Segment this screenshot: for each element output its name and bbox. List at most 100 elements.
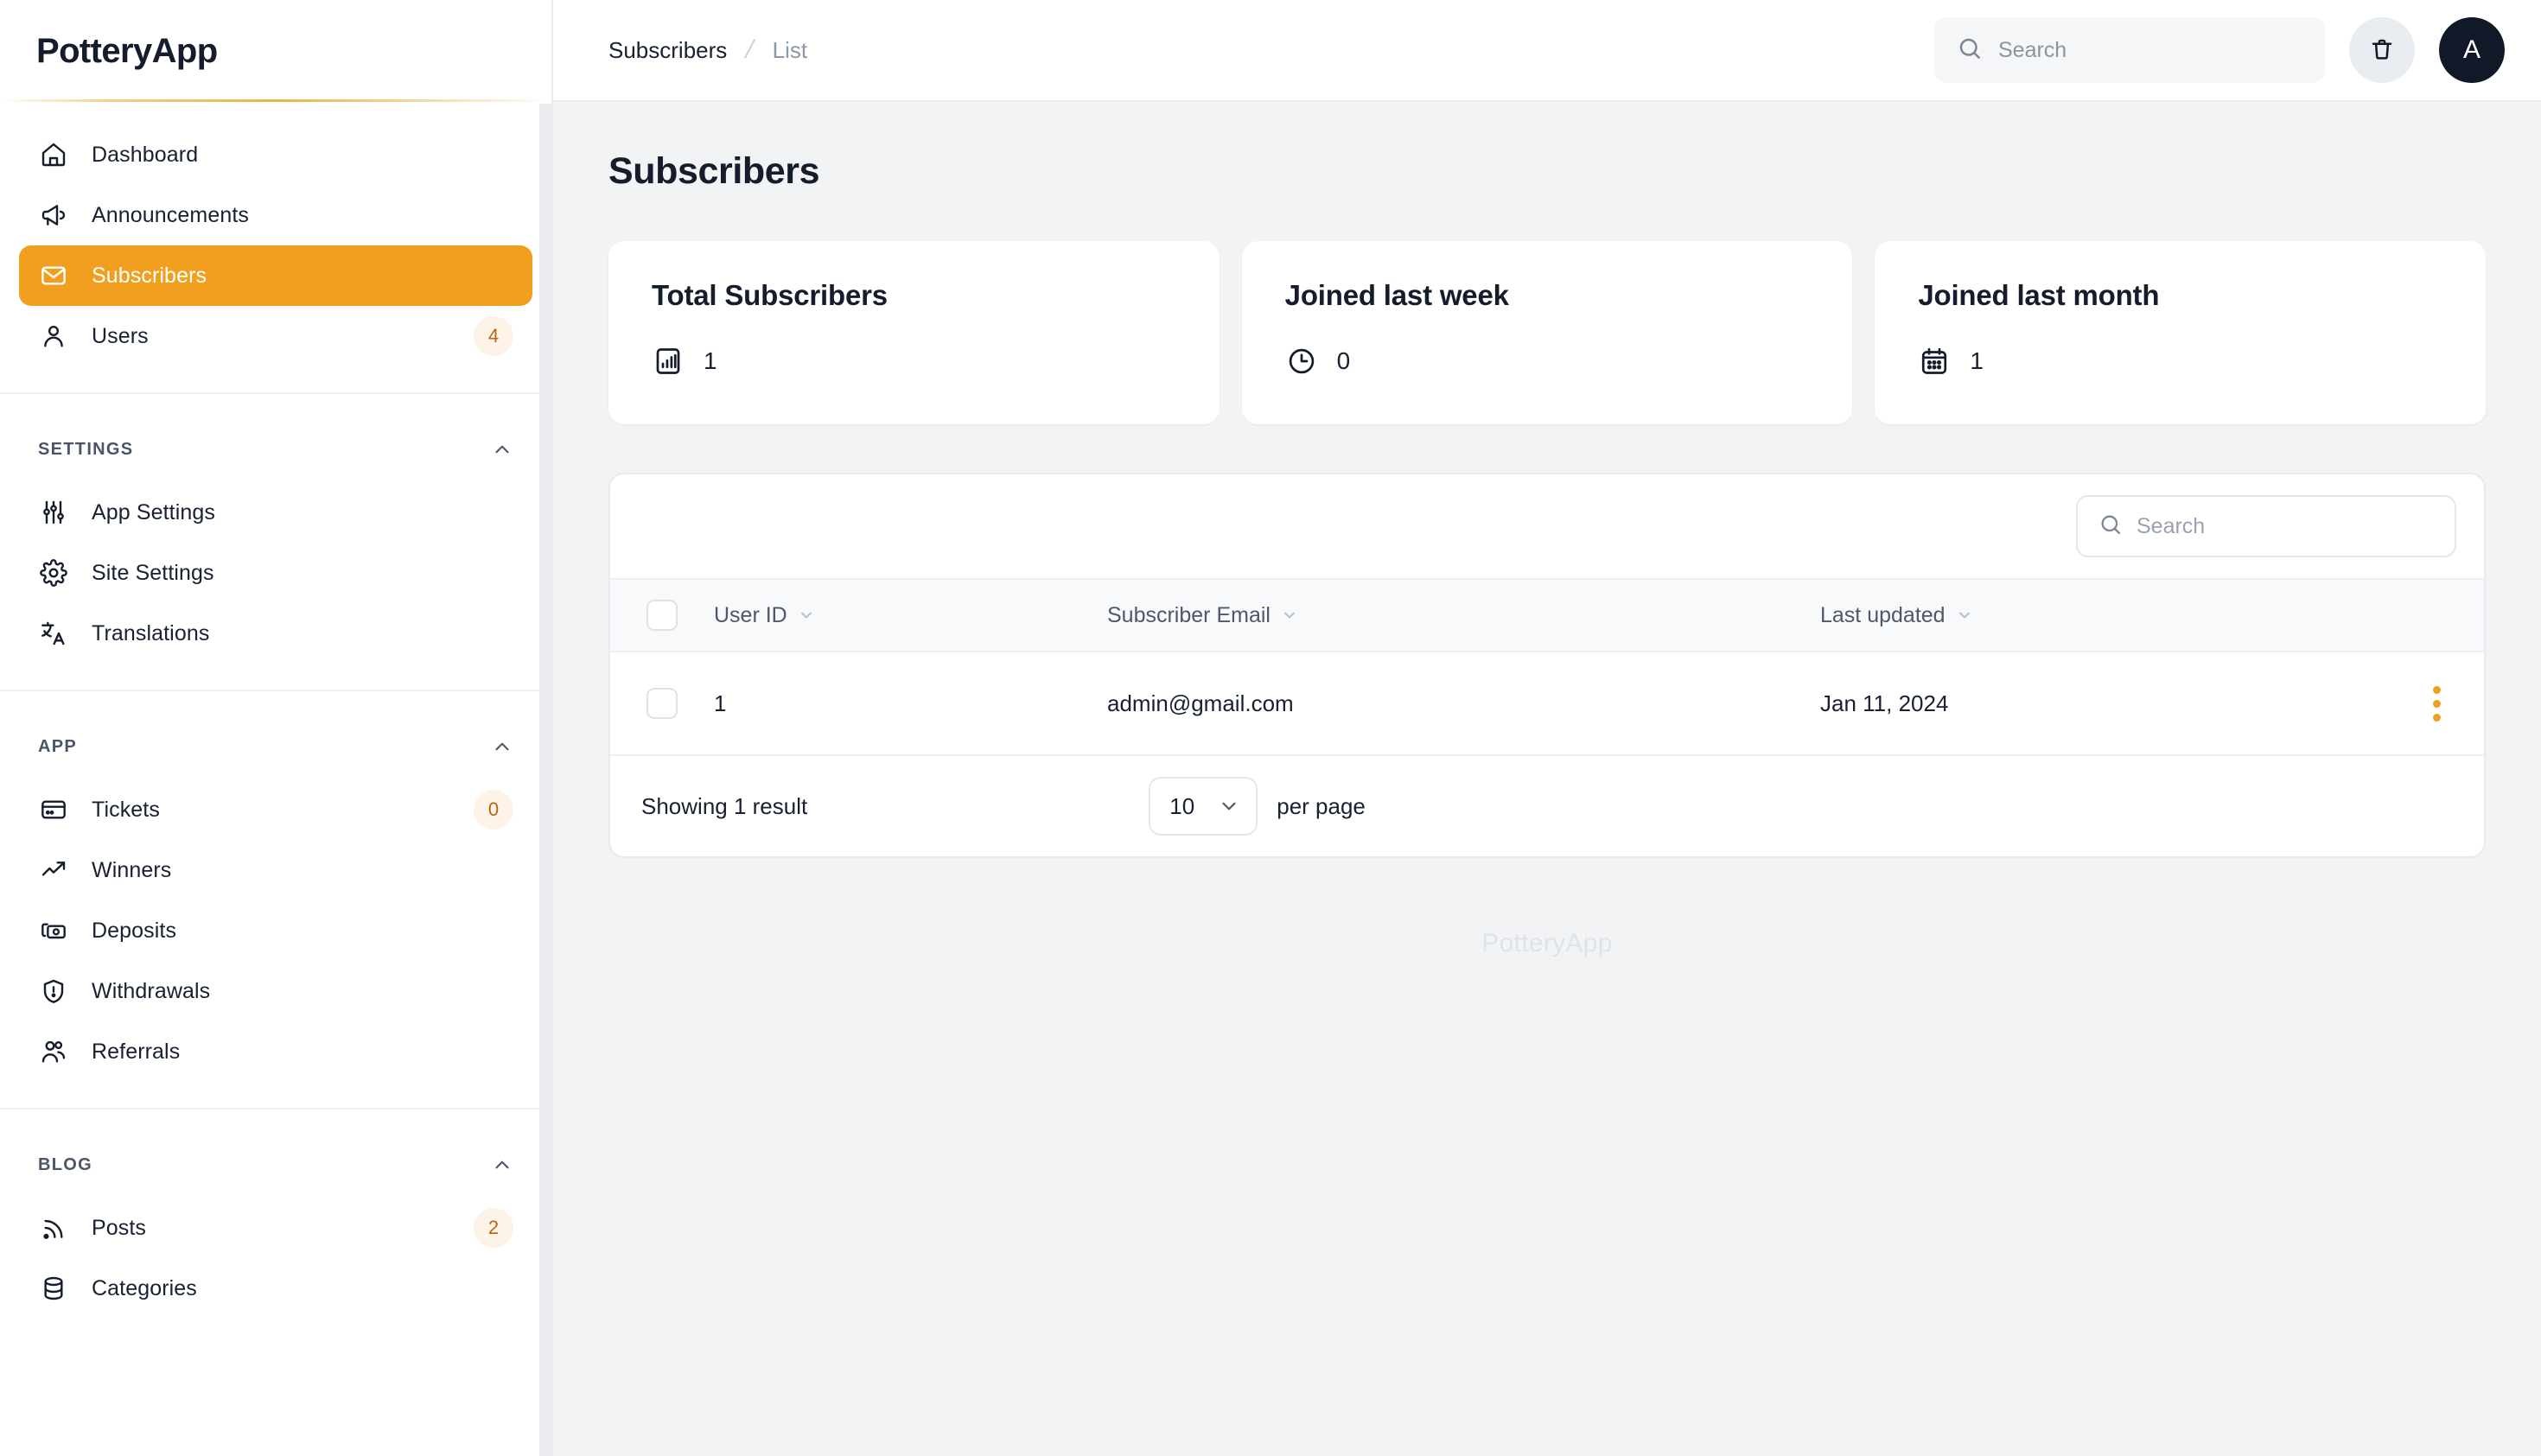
sidebar-scrollbar[interactable] [539, 104, 551, 1456]
stat-value: 1 [704, 347, 717, 374]
results-count: Showing 1 result [641, 792, 808, 819]
money-icon [38, 915, 69, 946]
user-icon [38, 321, 69, 352]
sidebar-divider [0, 1108, 551, 1109]
sidebar-item-winners[interactable]: Winners [19, 840, 532, 900]
sidebar-badge-users: 4 [474, 316, 513, 356]
sidebar-settings-group: App Settings Site Settings Translations [0, 482, 551, 664]
chevron-down-icon [798, 607, 815, 624]
column-header-user-id[interactable]: User ID [714, 603, 1107, 628]
sidebar-section-settings-header[interactable]: SETTINGS [0, 416, 551, 482]
sidebar-item-categories[interactable]: Categories [19, 1258, 532, 1319]
stat-label: Joined last week [1284, 279, 1509, 311]
sidebar-item-referrals[interactable]: Referrals [19, 1021, 532, 1082]
sidebar: PotteryApp Dashboard Announcements Subsc… [0, 0, 553, 1456]
stat-value-row: 1 [1918, 345, 2442, 378]
avatar[interactable]: A [2439, 17, 2505, 83]
sidebar-item-subscribers[interactable]: Subscribers [19, 245, 532, 306]
more-options-icon[interactable] [2426, 679, 2448, 728]
chevron-down-icon [1218, 795, 1240, 817]
sidebar-item-dashboard[interactable]: Dashboard [19, 124, 532, 185]
sidebar-divider [0, 690, 551, 691]
clock-icon [1285, 345, 1318, 378]
sidebar-app-group: Tickets 0 Winners Deposits Withdrawals R… [0, 779, 551, 1082]
sliders-icon [38, 497, 69, 528]
per-page-control: 10 per page [1149, 777, 1366, 836]
stat-value: 0 [1336, 347, 1351, 374]
sidebar-divider [0, 392, 551, 394]
stat-value: 1 [1970, 347, 1984, 374]
sidebar-item-label: Site Settings [92, 560, 214, 585]
breadcrumb-list[interactable]: List [773, 37, 807, 64]
sidebar-item-withdrawals[interactable]: Withdrawals [19, 961, 532, 1021]
megaphone-icon [38, 200, 69, 231]
sidebar-item-label: Translations [92, 620, 210, 645]
breadcrumb-separator: / [742, 35, 757, 64]
main-area: Subscribers / List A [553, 0, 2541, 1456]
select-all-cell [610, 600, 714, 631]
stat-label: Total Subscribers [652, 279, 888, 311]
home-icon [38, 139, 69, 170]
sidebar-item-label: Subscribers [92, 263, 207, 288]
column-label: User ID [714, 602, 787, 627]
delete-button[interactable] [2349, 17, 2415, 83]
stat-card-joined-last-month: Joined last month 1 [1875, 241, 2487, 424]
chevron-down-icon [1956, 607, 1973, 624]
trending-up-icon [38, 855, 69, 886]
sidebar-item-translations[interactable]: Translations [19, 603, 532, 664]
sidebar-section-title: BLOG [38, 1154, 92, 1174]
sidebar-section-app-header[interactable]: APP [0, 714, 551, 779]
sidebar-item-label: Withdrawals [92, 978, 211, 1003]
sidebar-item-label: Announcements [92, 202, 249, 227]
table-search-input[interactable] [2137, 513, 2434, 539]
app-root: PotteryApp Dashboard Announcements Subsc… [0, 0, 2541, 1456]
calendar-icon [1918, 345, 1951, 378]
gear-icon [38, 557, 69, 588]
envelope-icon [38, 260, 69, 291]
sidebar-section-title: SETTINGS [38, 439, 134, 459]
breadcrumb-subscribers[interactable]: Subscribers [608, 37, 727, 64]
page-title: Subscribers [608, 150, 820, 192]
rss-icon [38, 1212, 69, 1243]
global-search[interactable] [1934, 17, 2325, 83]
brand-name: PotteryApp [36, 31, 218, 70]
stat-card-total-subscribers: Total Subscribers 1 [608, 241, 1220, 424]
table-toolbar [610, 474, 2484, 578]
row-select-cell [610, 688, 714, 719]
sidebar-item-users[interactable]: Users 4 [19, 306, 532, 366]
select-all-checkbox[interactable] [646, 600, 678, 631]
row-checkbox[interactable] [646, 688, 678, 719]
row-actions-cell [2389, 679, 2484, 728]
column-header-subscriber-email[interactable]: Subscriber Email [1107, 603, 1820, 628]
sidebar-item-label: Categories [92, 1275, 197, 1300]
sidebar-item-label: Deposits [92, 918, 177, 943]
table-row[interactable]: 1 admin@gmail.com Jan 11, 2024 [610, 652, 2484, 754]
search-input[interactable] [1998, 37, 2302, 63]
sidebar-blog-group: Posts 2 Categories [0, 1198, 551, 1319]
sidebar-item-posts[interactable]: Posts 2 [19, 1198, 532, 1258]
sidebar-item-tickets[interactable]: Tickets 0 [19, 779, 532, 840]
sidebar-item-site-settings[interactable]: Site Settings [19, 543, 532, 603]
sidebar-item-label: Users [92, 323, 149, 348]
topbar-actions: A [1934, 17, 2505, 83]
chevron-up-icon [491, 1154, 513, 1176]
sidebar-logo[interactable]: PotteryApp [0, 0, 551, 102]
sidebar-item-label: Tickets [92, 797, 160, 822]
per-page-select[interactable]: 10 [1149, 777, 1258, 836]
sidebar-nav: Dashboard Announcements Subscribers User… [0, 102, 551, 1456]
avatar-initial: A [2462, 35, 2480, 64]
stat-card-joined-last-week: Joined last week 0 [1241, 241, 1853, 424]
cell-user-id: 1 [714, 690, 727, 716]
sidebar-item-app-settings[interactable]: App Settings [19, 482, 532, 543]
table-search[interactable] [2076, 495, 2456, 557]
topbar: Subscribers / List A [553, 0, 2541, 102]
column-header-last-updated[interactable]: Last updated [1820, 603, 2389, 628]
chevron-down-icon [1281, 607, 1298, 624]
sidebar-item-announcements[interactable]: Announcements [19, 185, 532, 245]
shield-icon [38, 976, 69, 1007]
sidebar-section-blog-header[interactable]: BLOG [0, 1132, 551, 1198]
per-page-label: per page [1277, 792, 1366, 819]
stat-value-row: 1 [652, 345, 1176, 378]
sidebar-item-deposits[interactable]: Deposits [19, 900, 532, 961]
sidebar-item-label: Dashboard [92, 142, 199, 167]
